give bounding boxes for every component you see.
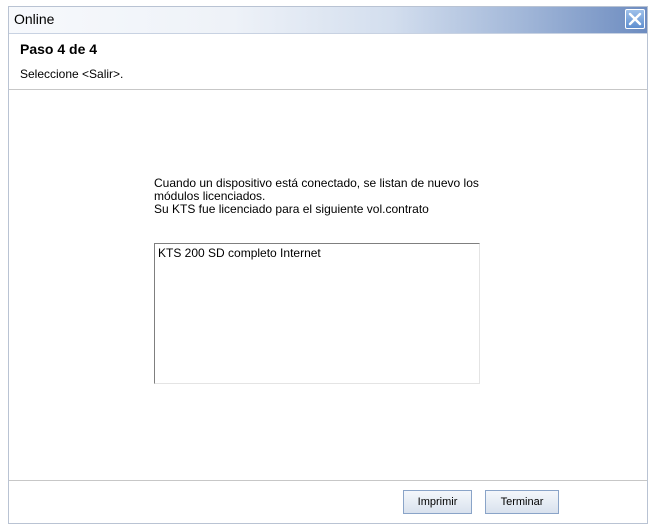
list-item[interactable]: KTS 200 SD completo Internet	[155, 244, 479, 262]
info-message: Cuando un dispositivo está conectado, se…	[154, 177, 544, 216]
online-dialog: Online Paso 4 de 4 Seleccione <Salir>. C…	[8, 6, 648, 524]
close-button[interactable]	[625, 9, 645, 29]
step-instruction: Seleccione <Salir>.	[20, 67, 124, 81]
window-title: Online	[14, 11, 55, 27]
licensed-modules-list[interactable]: KTS 200 SD completo Internet	[154, 243, 480, 384]
print-button[interactable]: Imprimir	[403, 490, 472, 514]
step-header: Paso 4 de 4 Seleccione <Salir>.	[9, 34, 647, 90]
dialog-footer: Imprimir Terminar	[9, 480, 647, 525]
title-bar[interactable]: Online	[9, 7, 647, 34]
dialog-body: Cuando un dispositivo está conectado, se…	[9, 90, 647, 480]
close-x-icon	[628, 12, 642, 26]
finish-button[interactable]: Terminar	[485, 490, 559, 514]
message-line: Su KTS fue licenciado para el siguiente …	[154, 202, 429, 216]
step-indicator: Paso 4 de 4	[20, 41, 98, 57]
